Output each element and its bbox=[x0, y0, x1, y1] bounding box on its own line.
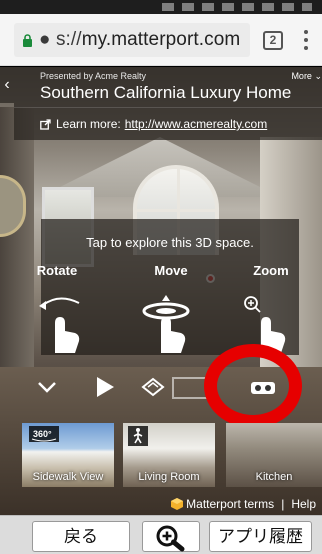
360-badge-text: 360° bbox=[33, 429, 52, 439]
header-divider bbox=[14, 107, 322, 108]
browser-address-bar: ● s://my.matterport.com 2 bbox=[0, 14, 322, 66]
help-move-label: Move bbox=[154, 263, 188, 278]
scene-wall bbox=[0, 107, 34, 407]
highlight-caption: Sidewalk View bbox=[32, 471, 104, 483]
help-tagline: Tap to explore this 3D space. bbox=[86, 235, 254, 250]
highlight-caption: Kitchen bbox=[255, 471, 293, 483]
360-icon: 360° bbox=[31, 429, 57, 442]
back-button[interactable]: 戻る bbox=[32, 521, 130, 552]
app-bottom-bar: 戻る アプリ履歴 bbox=[0, 515, 322, 554]
footer-separator: | bbox=[281, 497, 285, 511]
help-link[interactable]: Help bbox=[291, 497, 316, 511]
learn-more-link[interactable]: http://www.acmerealty.com bbox=[125, 117, 268, 131]
external-link-icon bbox=[40, 118, 51, 130]
dollhouse-icon[interactable] bbox=[140, 375, 166, 399]
highlight-thumb-sidewalk[interactable]: 360° Sidewalk View bbox=[22, 423, 114, 487]
property-title: Southern California Luxury Home bbox=[40, 83, 292, 102]
zoom-in-icon bbox=[156, 525, 185, 552]
highlight-reel: 360° Sidewalk View Living Room Kitchen bbox=[0, 423, 322, 493]
matterport-logo-icon bbox=[171, 498, 184, 510]
presented-by: Presented by Acme Realty bbox=[40, 71, 147, 81]
tabs-icon[interactable]: 2 bbox=[263, 31, 283, 50]
more-button[interactable]: More ⌄ bbox=[291, 71, 322, 82]
help-zoom-label: Zoom bbox=[253, 263, 289, 278]
viewer-footer: Matterport terms | Help bbox=[0, 493, 322, 515]
highlight-thumb-kitchen[interactable]: Kitchen bbox=[226, 423, 322, 487]
move-gesture-icon bbox=[142, 295, 190, 353]
url-prefix: ● s:// bbox=[39, 29, 82, 50]
url-field[interactable]: ● s://my.matterport.com bbox=[14, 23, 250, 57]
lock-icon bbox=[23, 33, 32, 47]
url-text: ● s://my.matterport.com bbox=[39, 29, 240, 51]
play-icon[interactable] bbox=[95, 375, 115, 399]
status-bar bbox=[0, 0, 322, 14]
highlight-thumb-living-room[interactable]: Living Room bbox=[123, 423, 215, 487]
learn-more: Learn more: http://www.acmerealty.com bbox=[40, 117, 267, 131]
3d-viewer[interactable]: ‹ Presented by Acme Realty Southern Cali… bbox=[0, 67, 322, 515]
help-panel[interactable]: Tap to explore this 3D space. Rotate Mov… bbox=[37, 219, 299, 355]
highlight-ring bbox=[204, 344, 302, 428]
rotate-gesture-icon bbox=[39, 297, 80, 353]
menu-icon[interactable] bbox=[302, 28, 310, 52]
highlight-caption: Living Room bbox=[138, 471, 200, 483]
learn-more-label: Learn more: bbox=[56, 117, 121, 131]
help-rotate-label: Rotate bbox=[36, 263, 78, 278]
status-icons bbox=[162, 3, 312, 11]
back-chevron-icon[interactable]: ‹ bbox=[0, 67, 14, 103]
url-domain: my.matterport.com bbox=[81, 29, 241, 50]
terms-link[interactable]: Matterport terms bbox=[186, 497, 274, 511]
more-label: More bbox=[291, 71, 312, 81]
360-badge: 360° bbox=[29, 426, 59, 442]
zoom-button[interactable] bbox=[142, 521, 200, 552]
history-button[interactable]: アプリ履歴 bbox=[209, 521, 312, 552]
walk-badge bbox=[128, 426, 148, 446]
collapse-icon[interactable] bbox=[37, 375, 57, 397]
walk-icon bbox=[133, 428, 143, 444]
